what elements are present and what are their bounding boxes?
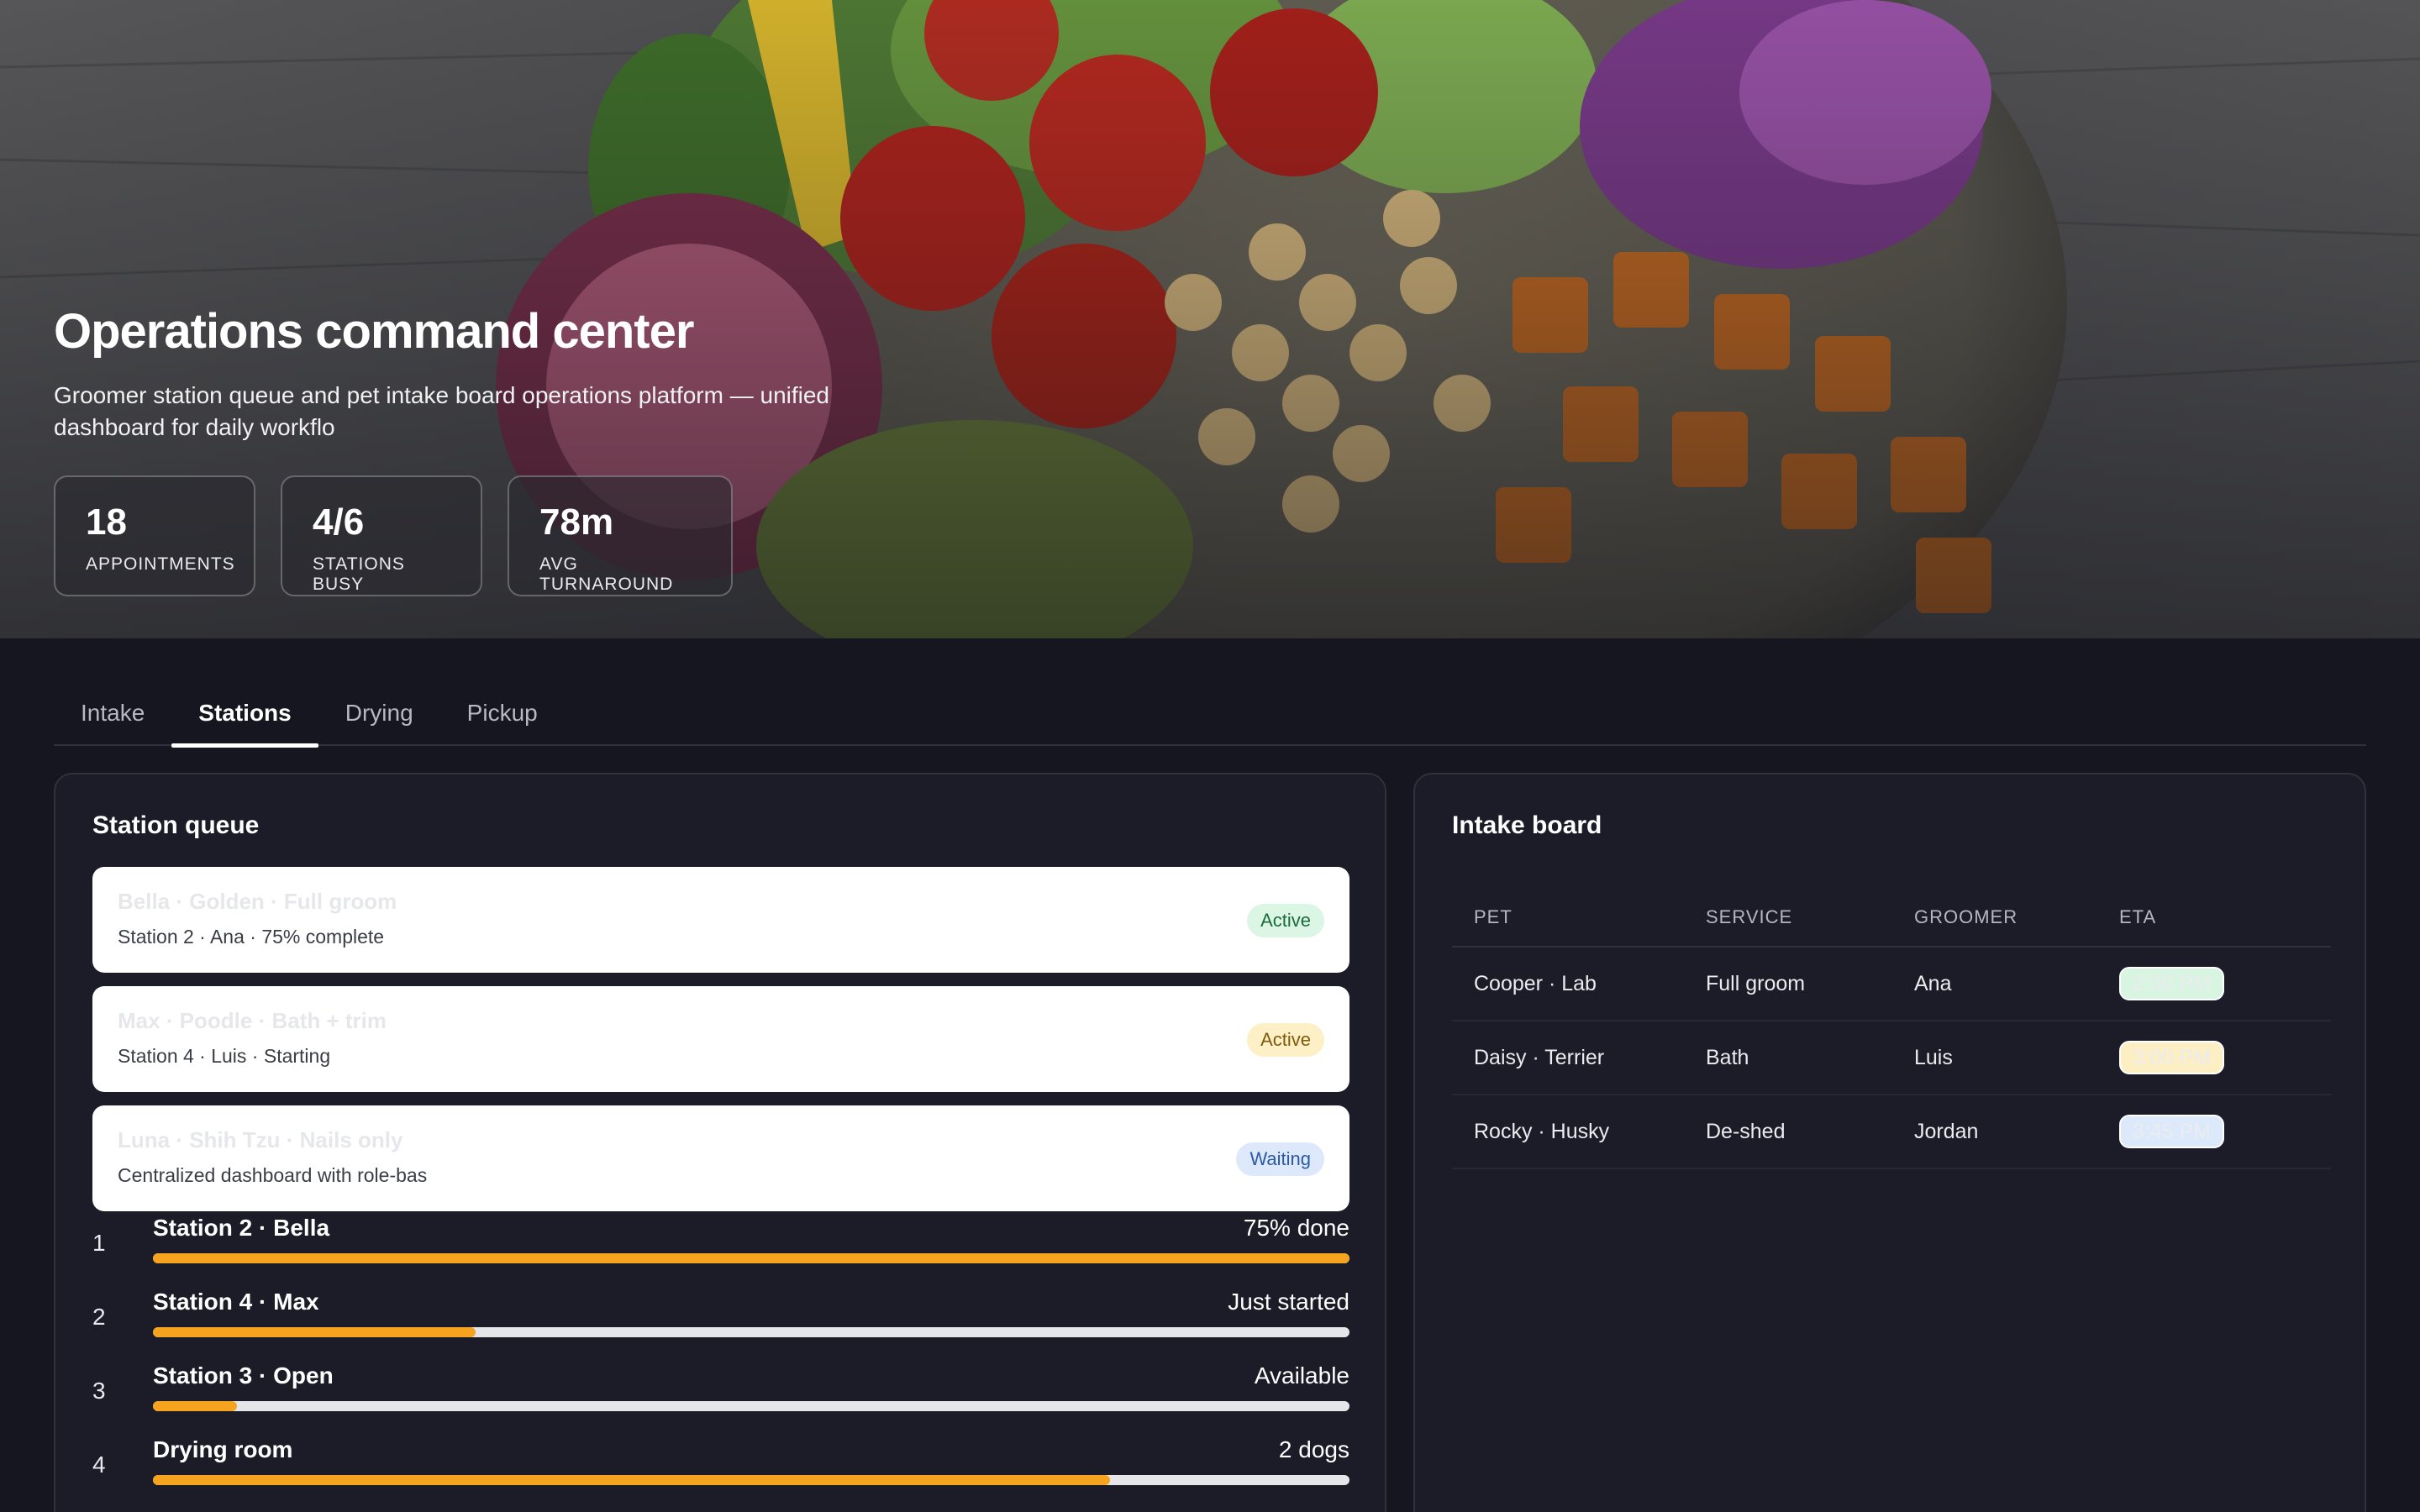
progress-row-value: 2 dogs <box>1278 1436 1349 1462</box>
station-queue-title: Station queue <box>92 811 260 839</box>
hero-text: Operations command center Groomer statio… <box>54 302 978 444</box>
progress-row-number: 3 <box>92 1378 106 1404</box>
eta-pill: 3:45 PM <box>2119 1115 2225 1148</box>
station-queue-panel: Station queue Bella · Golden · Full groo… <box>54 773 1386 1512</box>
hero-banner: Operations command center Groomer statio… <box>0 0 2420 638</box>
column-header-groomer[interactable]: GROOMER <box>1914 906 2119 928</box>
cell-eta: 3:00 PM <box>2119 1041 2331 1074</box>
status-badge: Active <box>1247 1023 1324 1057</box>
kpi-appointments: 18 APPOINTMENTS <box>54 475 255 596</box>
cell-service: De-shed <box>1706 1119 1786 1143</box>
cell-eta: 3:45 PM <box>2119 1115 2331 1148</box>
station-progress-row: 1 Station 2 · Bella 75% done <box>92 1215 1349 1282</box>
kpi-row: 18 APPOINTMENTS 4/6 STATIONS BUSY 78m AV… <box>54 475 733 596</box>
eta-pill: 2:30 PM <box>2119 967 2225 1000</box>
cell-service: Full groom <box>1706 971 1806 995</box>
progress-row-number: 2 <box>92 1304 106 1330</box>
page-title: Operations command center <box>54 304 694 359</box>
progress-row-number: 1 <box>92 1230 106 1256</box>
status-badge: Active <box>1247 904 1324 937</box>
progress-track <box>153 1327 1349 1337</box>
cell-eta: 2:30 PM <box>2119 967 2331 1000</box>
kpi-label: STATIONS BUSY <box>313 554 405 594</box>
kpi-avg-turnaround: 78m AVG TURNAROUND <box>508 475 733 596</box>
column-header-eta[interactable]: ETA <box>2119 906 2331 928</box>
progress-fill <box>153 1401 237 1411</box>
page-subtitle: Groomer station queue and pet intake boa… <box>54 382 830 440</box>
table-row[interactable]: Cooper · Lab Full groom Ana 2:30 PM <box>1452 948 2331 1021</box>
kpi-value: 4/6 <box>313 501 365 543</box>
queue-card-subtitle: Station 4 · Luis · Starting <box>118 1045 331 1067</box>
progress-row-label: Station 4 · Max <box>153 1289 319 1315</box>
tab-pickup[interactable]: Pickup <box>440 680 565 746</box>
column-header-pet[interactable]: PET <box>1452 906 1706 928</box>
cell-groomer: Jordan <box>1914 1119 1979 1143</box>
column-header-service[interactable]: SERVICE <box>1706 906 1914 928</box>
intake-board-panel: Intake board PET SERVICE GROOMER ETA Coo… <box>1413 773 2366 1512</box>
progress-row-label: Drying room <box>153 1436 293 1462</box>
queue-card[interactable]: Luna · Shih Tzu · Nails only Centralized… <box>92 1105 1349 1211</box>
cell-pet: Daisy · Terrier <box>1474 1045 1605 1069</box>
progress-fill <box>153 1253 1349 1263</box>
intake-board-title: Intake board <box>1452 811 1602 839</box>
queue-card[interactable]: Bella · Golden · Full groom Station 2 · … <box>92 867 1349 973</box>
table-header: PET SERVICE GROOMER ETA <box>1452 889 2331 948</box>
progress-row-value: Just started <box>1228 1289 1349 1315</box>
tab-drying[interactable]: Drying <box>318 680 440 746</box>
cell-groomer: Ana <box>1914 971 1952 995</box>
queue-card-title: Bella · Golden · Full groom <box>118 889 397 914</box>
queue-card-subtitle: Centralized dashboard with role-bas <box>118 1164 428 1186</box>
queue-card-subtitle: Station 2 · Ana · 75% complete <box>118 926 385 948</box>
queue-card-title: Luna · Shih Tzu · Nails only <box>118 1127 403 1152</box>
cell-groomer: Luis <box>1914 1045 1953 1069</box>
progress-track <box>153 1401 1349 1411</box>
queue-card[interactable]: Max · Poodle · Bath + trim Station 4 · L… <box>92 986 1349 1092</box>
kpi-stations-busy: 4/6 STATIONS BUSY <box>281 475 482 596</box>
progress-fill <box>153 1475 1111 1485</box>
progress-row-value: Available <box>1254 1362 1349 1389</box>
eta-pill: 3:00 PM <box>2119 1041 2225 1074</box>
tab-stations[interactable]: Stations <box>171 680 319 748</box>
kpi-label: APPOINTMENTS <box>86 554 235 574</box>
kpi-value: 78m <box>539 501 614 543</box>
cell-service: Bath <box>1706 1045 1749 1069</box>
kpi-value: 18 <box>86 501 127 543</box>
station-progress-row: 2 Station 4 · Max Just started <box>92 1289 1349 1356</box>
kpi-label: AVG TURNAROUND <box>539 554 674 594</box>
cell-pet: Rocky · Husky <box>1474 1119 1610 1143</box>
table-row[interactable]: Daisy · Terrier Bath Luis 3:00 PM <box>1452 1021 2331 1095</box>
queue-card-title: Max · Poodle · Bath + trim <box>118 1008 387 1033</box>
status-badge: Waiting <box>1236 1142 1324 1176</box>
tab-intake[interactable]: Intake <box>54 680 171 746</box>
progress-row-label: Station 2 · Bella <box>153 1215 330 1241</box>
table-row[interactable]: Rocky · Husky De-shed Jordan 3:45 PM <box>1452 1095 2331 1169</box>
cell-pet: Cooper · Lab <box>1474 971 1597 995</box>
progress-track <box>153 1253 1349 1263</box>
station-progress-row: 4 Drying room 2 dogs <box>92 1436 1349 1504</box>
progress-row-value: 75% done <box>1243 1215 1349 1241</box>
intake-table: PET SERVICE GROOMER ETA Cooper · Lab Ful… <box>1452 889 2331 1169</box>
progress-fill <box>153 1327 476 1337</box>
progress-row-number: 4 <box>92 1452 106 1478</box>
tab-bar: Intake Stations Drying Pickup <box>54 680 2366 748</box>
progress-track <box>153 1475 1349 1485</box>
station-progress-row: 3 Station 3 · Open Available <box>92 1362 1349 1430</box>
progress-row-label: Station 3 · Open <box>153 1362 334 1389</box>
